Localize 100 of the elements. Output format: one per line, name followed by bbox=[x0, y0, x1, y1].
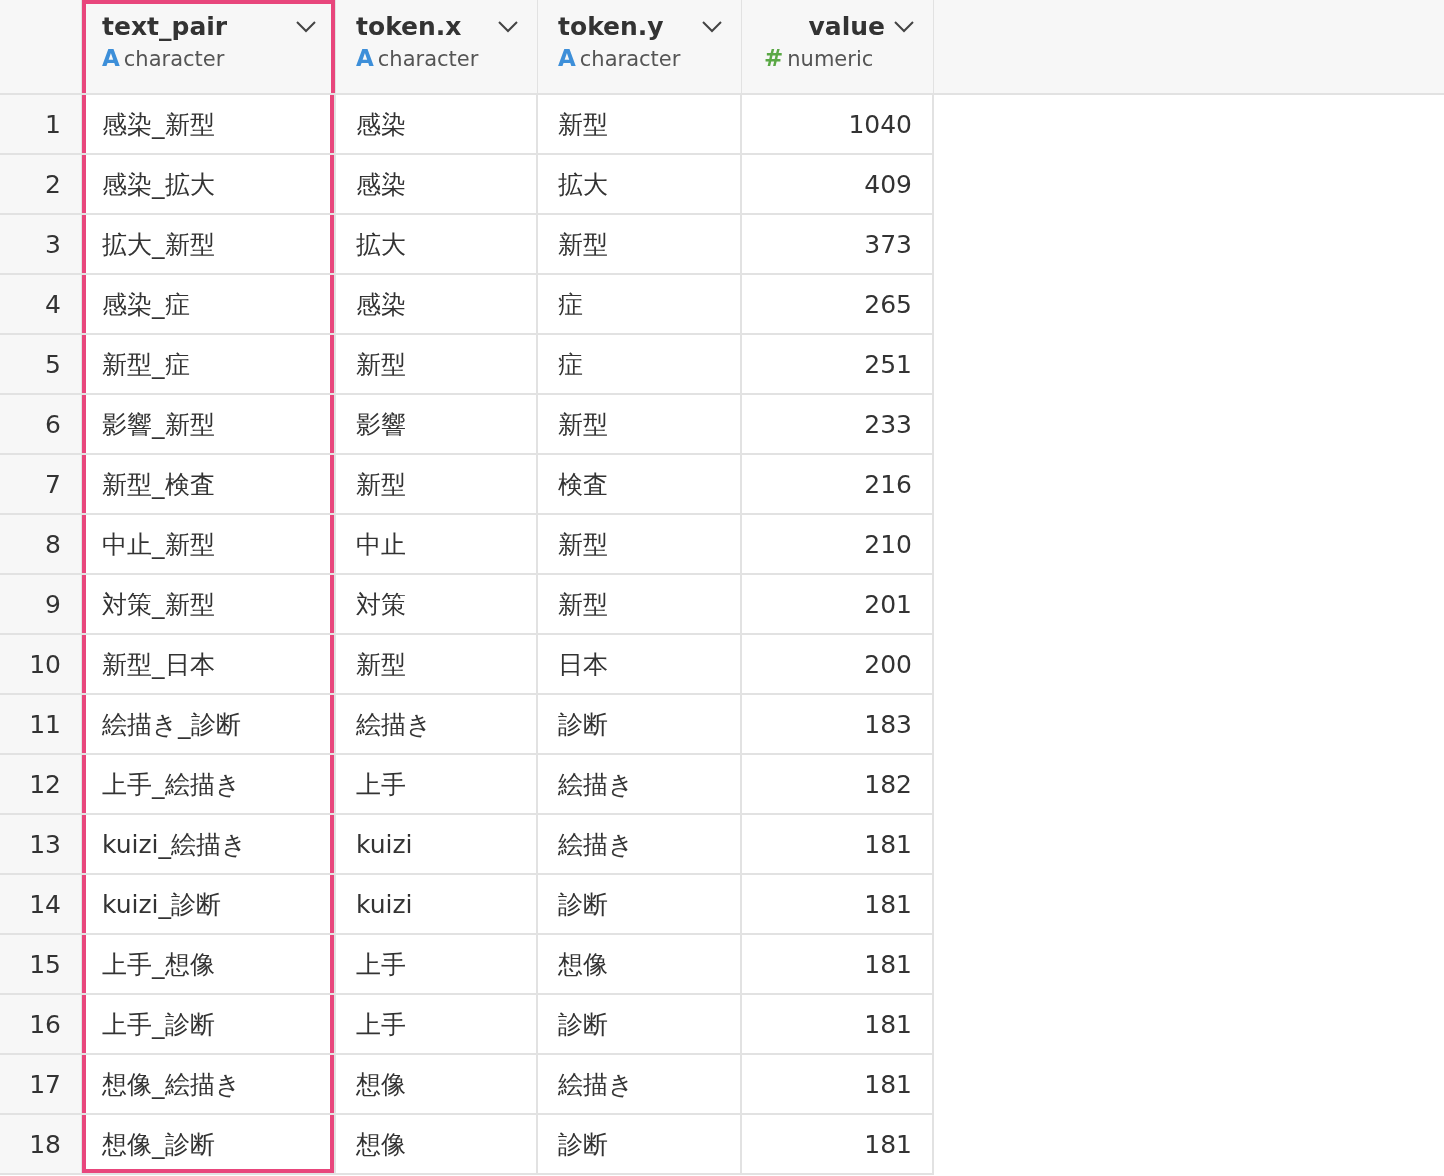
table-cell: 絵描き bbox=[336, 695, 538, 755]
table-cell: 251 bbox=[742, 335, 934, 395]
column-name: value bbox=[807, 12, 885, 41]
table-cell: 新型_検査 bbox=[82, 455, 336, 515]
table-cell: 想像 bbox=[336, 1115, 538, 1175]
row-number: 1 bbox=[0, 95, 82, 155]
table-cell: 新型 bbox=[538, 515, 742, 575]
column-type: character bbox=[579, 47, 681, 71]
table-cell: 上手_絵描き bbox=[82, 755, 336, 815]
table-cell: 症 bbox=[538, 335, 742, 395]
table-cell: 182 bbox=[742, 755, 934, 815]
table-cell: 影響 bbox=[336, 395, 538, 455]
table-cell: 想像_絵描き bbox=[82, 1055, 336, 1115]
table-cell: 診断 bbox=[538, 995, 742, 1055]
table-cell: 感染_症 bbox=[82, 275, 336, 335]
row-number: 17 bbox=[0, 1055, 82, 1115]
table-cell: 1040 bbox=[742, 95, 934, 155]
table-cell: 181 bbox=[742, 815, 934, 875]
table-cell: 感染_新型 bbox=[82, 95, 336, 155]
table-cell: 新型 bbox=[336, 635, 538, 695]
table-cell: 影響_新型 bbox=[82, 395, 336, 455]
table-cell: 新型 bbox=[538, 95, 742, 155]
table-cell: 新型 bbox=[538, 575, 742, 635]
chevron-down-icon[interactable] bbox=[701, 19, 723, 34]
column-header[interactable]: token.y A character bbox=[538, 0, 742, 95]
table-cell: 181 bbox=[742, 935, 934, 995]
table-cell: 拡大 bbox=[336, 215, 538, 275]
column-name: text_pair bbox=[102, 12, 229, 41]
row-number: 6 bbox=[0, 395, 82, 455]
table-cell: 検査 bbox=[538, 455, 742, 515]
table-cell: 新型 bbox=[336, 335, 538, 395]
table-cell: 上手_想像 bbox=[82, 935, 336, 995]
column-name: token.x bbox=[356, 12, 463, 41]
row-number: 14 bbox=[0, 875, 82, 935]
row-number: 7 bbox=[0, 455, 82, 515]
table-cell: 201 bbox=[742, 575, 934, 635]
row-number: 3 bbox=[0, 215, 82, 275]
table-cell: 181 bbox=[742, 875, 934, 935]
table-cell: 181 bbox=[742, 1055, 934, 1115]
table-cell: 感染 bbox=[336, 95, 538, 155]
chevron-down-icon[interactable] bbox=[893, 19, 915, 34]
table-cell: 日本 bbox=[538, 635, 742, 695]
table-cell: kuizi_絵描き bbox=[82, 815, 336, 875]
table-cell: 409 bbox=[742, 155, 934, 215]
table-cell: 想像 bbox=[538, 935, 742, 995]
column-header[interactable]: token.x A character bbox=[336, 0, 538, 95]
table-cell: 感染_拡大 bbox=[82, 155, 336, 215]
row-number: 4 bbox=[0, 275, 82, 335]
table-cell: 想像 bbox=[336, 1055, 538, 1115]
row-number: 16 bbox=[0, 995, 82, 1055]
table-cell: 181 bbox=[742, 995, 934, 1055]
row-number: 18 bbox=[0, 1115, 82, 1175]
table-cell: 上手_診断 bbox=[82, 995, 336, 1055]
table-cell: 新型 bbox=[538, 395, 742, 455]
table-cell: 感染 bbox=[336, 275, 538, 335]
table-cell: 絵描き bbox=[538, 815, 742, 875]
table-cell: 対策_新型 bbox=[82, 575, 336, 635]
column-header[interactable]: text_pair A character bbox=[82, 0, 336, 95]
table-cell: 新型 bbox=[538, 215, 742, 275]
table-cell: 診断 bbox=[538, 1115, 742, 1175]
table-cell: 診断 bbox=[538, 875, 742, 935]
chevron-down-icon[interactable] bbox=[497, 19, 519, 34]
row-number: 5 bbox=[0, 335, 82, 395]
row-number: 11 bbox=[0, 695, 82, 755]
column-type: character bbox=[123, 47, 225, 71]
letter-a-icon: A bbox=[356, 45, 374, 71]
table-cell: 拡大 bbox=[538, 155, 742, 215]
table-cell: 上手 bbox=[336, 755, 538, 815]
table-cell: kuizi_診断 bbox=[82, 875, 336, 935]
table-cell: 中止 bbox=[336, 515, 538, 575]
column-header[interactable]: value # numeric bbox=[742, 0, 934, 95]
column-type: character bbox=[377, 47, 479, 71]
table-cell: 新型_日本 bbox=[82, 635, 336, 695]
chevron-down-icon[interactable] bbox=[295, 19, 317, 34]
table-cell: 上手 bbox=[336, 995, 538, 1055]
table-cell: 症 bbox=[538, 275, 742, 335]
table-cell: kuizi bbox=[336, 875, 538, 935]
table-cell: 絵描き_診断 bbox=[82, 695, 336, 755]
table-cell: 絵描き bbox=[538, 1055, 742, 1115]
table-cell: 拡大_新型 bbox=[82, 215, 336, 275]
row-number: 10 bbox=[0, 635, 82, 695]
row-number: 2 bbox=[0, 155, 82, 215]
column-name: token.y bbox=[558, 12, 665, 41]
table-cell: 183 bbox=[742, 695, 934, 755]
row-number: 8 bbox=[0, 515, 82, 575]
table-cell: 200 bbox=[742, 635, 934, 695]
letter-a-icon: A bbox=[558, 45, 576, 71]
table-cell: 210 bbox=[742, 515, 934, 575]
table-cell: 新型_症 bbox=[82, 335, 336, 395]
column-type: numeric bbox=[787, 47, 874, 71]
table-cell: 感染 bbox=[336, 155, 538, 215]
row-number: 13 bbox=[0, 815, 82, 875]
table-cell: 265 bbox=[742, 275, 934, 335]
row-number: 15 bbox=[0, 935, 82, 995]
table-cell: 373 bbox=[742, 215, 934, 275]
table-cell: 上手 bbox=[336, 935, 538, 995]
table-cell: 絵描き bbox=[538, 755, 742, 815]
table-cell: 233 bbox=[742, 395, 934, 455]
table-cell: 新型 bbox=[336, 455, 538, 515]
table-cell: 想像_診断 bbox=[82, 1115, 336, 1175]
